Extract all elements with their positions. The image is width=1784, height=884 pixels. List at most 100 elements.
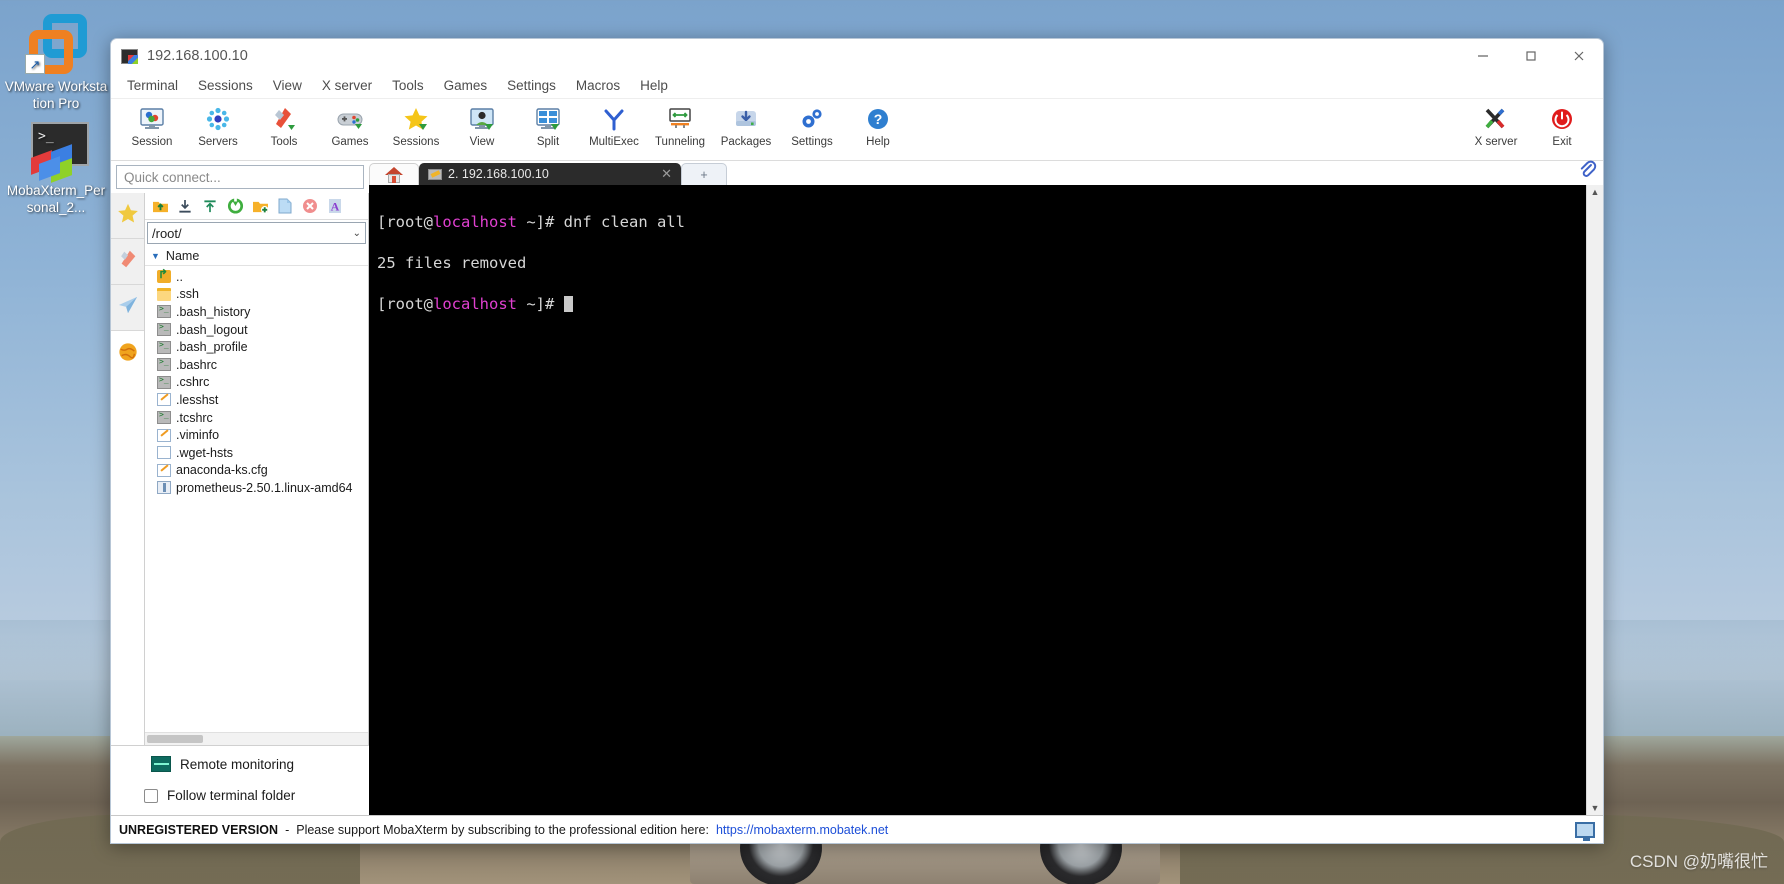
sidebar-item-sftp[interactable] [111, 285, 144, 331]
document-file-icon [157, 463, 171, 477]
new-file-icon[interactable] [276, 197, 294, 215]
ribbon-multiexec[interactable]: MultiExec [581, 102, 647, 148]
home-tab[interactable] [369, 163, 419, 185]
list-item[interactable]: .bash_profile [145, 338, 368, 356]
ribbon-x-server[interactable]: X server [1463, 102, 1529, 148]
minimize-button[interactable] [1459, 39, 1507, 73]
ribbon-settings[interactable]: Settings [779, 102, 845, 148]
upload-icon[interactable] [201, 197, 219, 215]
ribbon-label: Settings [791, 136, 833, 148]
ribbon-tools[interactable]: Tools [251, 102, 317, 148]
column-header-name[interactable]: Name [166, 249, 199, 263]
menu-settings[interactable]: Settings [497, 75, 566, 96]
font-icon[interactable]: A [326, 197, 344, 215]
list-item[interactable]: .bash_logout [145, 321, 368, 339]
ribbon-servers[interactable]: Servers [185, 102, 251, 148]
list-item[interactable]: .cshrc [145, 374, 368, 392]
menu-tools[interactable]: Tools [382, 75, 434, 96]
csdn-watermark: CSDN @奶嘴很忙 [1629, 852, 1768, 871]
list-item[interactable]: .wget-hsts [145, 444, 368, 462]
maximize-button[interactable] [1507, 39, 1555, 73]
menu-games[interactable]: Games [434, 75, 498, 96]
tab-label: 2. 192.168.100.10 [448, 167, 549, 181]
sort-caret-icon[interactable]: ▼ [151, 251, 160, 261]
list-item[interactable]: .bashrc [145, 356, 368, 374]
list-item[interactable]: .ssh [145, 286, 368, 304]
ribbon-view[interactable]: View [449, 102, 515, 148]
terminal-output[interactable]: [root@localhost ~]# dnf clean all 25 fil… [369, 185, 1586, 815]
monitor-chart-icon [151, 756, 171, 772]
list-item[interactable]: anaconda-ks.cfg [145, 462, 368, 480]
remote-monitoring-button[interactable]: Remote monitoring [111, 756, 369, 772]
ribbon-games[interactable]: Games [317, 102, 383, 148]
list-item[interactable]: .. [145, 267, 368, 286]
attach-file-button[interactable] [1577, 159, 1597, 184]
file-list-horizontal-scrollbar[interactable] [145, 732, 368, 745]
display-status-icon[interactable] [1575, 821, 1595, 841]
folder-up-icon[interactable] [151, 197, 169, 215]
paper-plane-icon [117, 295, 139, 320]
path-combobox[interactable]: /root/ ⌄ [147, 222, 366, 244]
mobaxterm-logo-icon [25, 122, 89, 183]
delete-icon[interactable] [301, 197, 319, 215]
sidebar-item-globe[interactable] [111, 331, 144, 377]
file-name: .tcshrc [176, 410, 213, 425]
menu-sessions[interactable]: Sessions [188, 75, 263, 96]
svg-text:?: ? [874, 111, 883, 127]
file-name: .. [176, 269, 183, 284]
follow-terminal-folder-checkbox[interactable] [144, 788, 158, 803]
file-name: prometheus-2.50.1.linux-amd64 [176, 480, 353, 495]
refresh-icon[interactable] [226, 197, 244, 215]
ribbon-exit[interactable]: Exit [1529, 102, 1595, 148]
ribbon-sessions[interactable]: Sessions [383, 102, 449, 148]
folder-icon [157, 287, 171, 301]
menu-x-server[interactable]: X server [312, 75, 382, 96]
desktop-icon-vmware-workstation-pro[interactable]: ↗ VMware Workstation Pro [4, 12, 108, 112]
terminal-scrollbar[interactable]: ▲ ▼ [1586, 185, 1603, 815]
sidebar-item-tools[interactable] [111, 239, 144, 285]
file-browser: A /root/ ⌄ ▼ Name .. .ssh [145, 193, 369, 745]
star-icon [117, 203, 139, 229]
chevron-down-icon[interactable]: ⌄ [353, 228, 361, 239]
new-folder-icon[interactable] [251, 197, 269, 215]
menu-help[interactable]: Help [630, 75, 678, 96]
file-name: .lesshst [176, 392, 219, 407]
close-button[interactable] [1555, 39, 1603, 73]
menu-terminal[interactable]: Terminal [117, 75, 188, 96]
close-tab-icon[interactable]: ✕ [643, 166, 672, 182]
list-item[interactable]: prometheus-2.50.1.linux-amd64 [145, 479, 368, 497]
quick-connect-input[interactable]: Quick connect... [116, 165, 364, 189]
ribbon-split[interactable]: Split [515, 102, 581, 148]
ribbon-tunneling[interactable]: Tunneling [647, 102, 713, 148]
list-item[interactable]: .viminfo [145, 426, 368, 444]
list-item[interactable]: .tcshrc [145, 409, 368, 427]
follow-terminal-folder-label: Follow terminal folder [167, 788, 296, 803]
download-icon[interactable] [176, 197, 194, 215]
plain-file-icon [157, 446, 171, 460]
list-item[interactable]: .lesshst [145, 391, 368, 409]
shell-file-icon [157, 304, 171, 319]
sidebar-item-sessions[interactable] [111, 193, 144, 239]
file-name: .viminfo [176, 428, 220, 443]
menu-macros[interactable]: Macros [566, 75, 630, 96]
file-list[interactable]: .. .ssh .bash_history .bash_logout .bash… [145, 266, 368, 732]
desktop-icon-mobaxterm[interactable]: MobaXterm_Personal_2... [4, 122, 108, 216]
window-body: Quick connect... A /root/ ⌄ ▼ Name ↱ .. … [111, 159, 1603, 815]
ribbon-packages[interactable]: Packages [713, 102, 779, 148]
quick-connect-placeholder: Quick connect... [124, 169, 221, 185]
ribbon-session[interactable]: Session [119, 102, 185, 148]
terminal-tab-active[interactable]: 2. 192.168.100.10 ✕ [419, 163, 681, 185]
scroll-down-icon[interactable]: ▼ [1591, 803, 1600, 813]
new-tab-button[interactable]: + [681, 163, 727, 185]
follow-terminal-folder-row[interactable]: Follow terminal folder [111, 788, 369, 803]
settings-gear-icon [796, 104, 828, 134]
ribbon-help[interactable]: ? Help [845, 102, 911, 148]
list-item[interactable]: .bash_history [145, 303, 368, 321]
mobaxterm-link[interactable]: https://mobaxterm.mobatek.net [716, 823, 888, 837]
games-icon [334, 104, 366, 134]
ribbon-label: Tools [270, 136, 298, 148]
window-titlebar[interactable]: 192.168.100.10 [111, 39, 1603, 73]
scrollbar-thumb[interactable] [147, 735, 203, 743]
scroll-up-icon[interactable]: ▲ [1591, 187, 1600, 197]
menu-view[interactable]: View [263, 75, 312, 96]
